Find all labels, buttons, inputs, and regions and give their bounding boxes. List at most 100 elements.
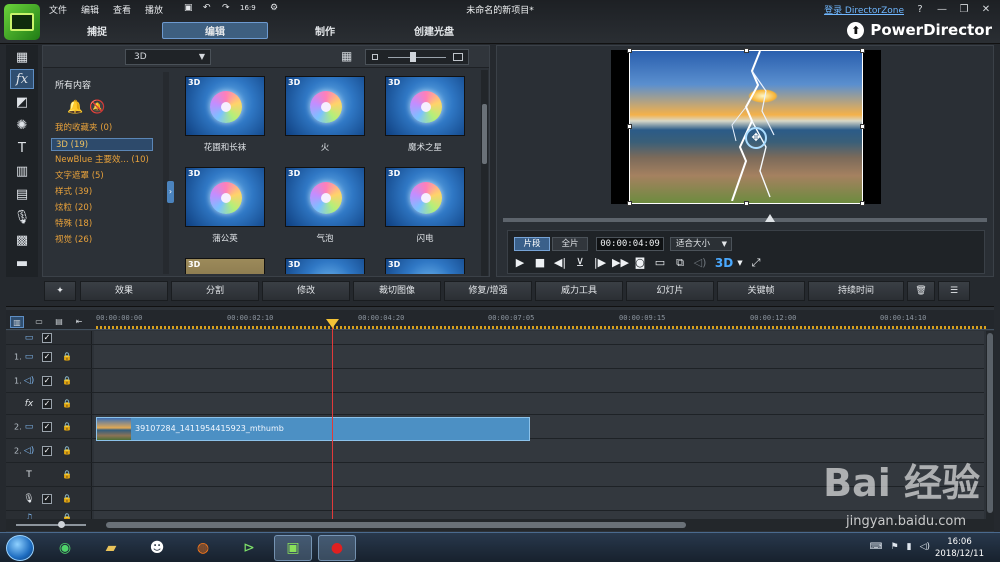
tab-create-disc[interactable]: 创建光盘 — [394, 22, 474, 39]
category-item[interactable]: 视觉 (26) — [51, 234, 153, 247]
preview-scrubber[interactable] — [503, 214, 987, 222]
slideshow-button[interactable]: 幻灯片 — [626, 281, 714, 301]
modify-button[interactable]: 修改 — [262, 281, 350, 301]
help-button[interactable]: ? — [914, 4, 926, 15]
lock-icon[interactable]: 🔒 — [62, 422, 72, 432]
thumbnail-size-slider[interactable] — [365, 49, 469, 65]
previous-frame-icon[interactable]: ◀| — [552, 255, 568, 271]
mark-in-icon[interactable]: ⊻ — [572, 255, 588, 271]
category-item[interactable]: 文字遮罩 (5) — [51, 170, 153, 183]
add-bookmark-icon[interactable]: 🔔 — [67, 100, 85, 116]
start-button-icon[interactable] — [6, 535, 34, 561]
lock-icon[interactable]: 🔒 — [62, 470, 72, 480]
resize-handle[interactable] — [627, 48, 632, 53]
upload-icon[interactable]: ⬆ — [847, 21, 865, 39]
storyboard-view-icon[interactable]: ▭ — [32, 316, 46, 328]
scrubber-knob[interactable] — [765, 214, 775, 222]
restore-button[interactable]: ❐ — [958, 4, 970, 15]
minimize-button[interactable]: — — [936, 4, 948, 15]
subtitle-room-icon[interactable]: ▬ — [10, 253, 34, 273]
snapshot-camera-icon[interactable]: ◙ — [632, 255, 648, 271]
effect-thumb[interactable]: 3D — [285, 167, 365, 227]
effect-thumb[interactable]: 3D — [185, 76, 265, 136]
audio-mixing-icon[interactable]: ▤ — [10, 184, 34, 204]
category-item[interactable]: 样式 (39) — [51, 186, 153, 199]
stop-icon[interactable]: ■ — [532, 255, 548, 271]
timeline-view-icon[interactable]: ▥ — [10, 316, 24, 328]
track-lane[interactable] — [94, 331, 984, 344]
effects-button[interactable]: 效果 — [80, 281, 168, 301]
track-enable-checkbox[interactable]: ✓ — [42, 445, 52, 456]
keyboard-icon[interactable]: ⌨ — [870, 542, 883, 552]
category-item[interactable]: 我的收藏夹 (0) — [51, 122, 153, 135]
resize-handle[interactable] — [627, 124, 632, 129]
keyframe-button[interactable]: 关键帧 — [717, 281, 805, 301]
lock-icon[interactable]: 🔒 — [62, 494, 72, 504]
tab-capture[interactable]: 捕捉 — [62, 22, 132, 39]
video-editor-icon[interactable]: ⊳ — [230, 535, 268, 561]
magic-tool-icon[interactable]: ✦ — [44, 281, 76, 301]
play-icon[interactable]: ▶ — [512, 255, 528, 271]
zoom-knob[interactable] — [58, 521, 65, 528]
effect-thumb[interactable]: 3D — [285, 258, 365, 274]
tab-edit[interactable]: 编辑 — [162, 22, 268, 39]
track-enable-checkbox[interactable]: ✓ — [42, 493, 52, 504]
timeline-track[interactable]: fx ✓ 🔒 — [6, 393, 984, 415]
resize-handle[interactable] — [860, 201, 865, 206]
fit-size-dropdown[interactable]: 适合大小 ▼ — [670, 237, 732, 251]
track-enable-checkbox[interactable]: ✓ — [42, 398, 52, 409]
move-handle-icon[interactable]: ✥ — [745, 127, 767, 149]
resize-handle[interactable] — [627, 201, 632, 206]
login-link[interactable]: 登录 DirectorZone — [824, 3, 904, 16]
remove-bookmark-icon[interactable]: 🔕 — [89, 100, 107, 116]
duration-button[interactable]: 持续时间 — [808, 281, 904, 301]
fast-forward-icon[interactable]: ▶▶ — [612, 255, 629, 271]
category-item[interactable]: 特殊 (18) — [51, 218, 153, 231]
slider-knob[interactable] — [410, 52, 416, 62]
timecode-display[interactable]: 00:00:04:09 — [596, 237, 664, 251]
timeline-clip[interactable]: 39107284_1411954415923_mthumb — [96, 417, 530, 441]
external-display-icon[interactable]: ▭ — [652, 255, 668, 271]
voice-record-icon[interactable]: 🎙 — [10, 207, 34, 227]
particle-room-icon[interactable]: ✺ — [10, 115, 34, 135]
undock-icon[interactable]: ⧉ — [672, 255, 688, 271]
playhead-line[interactable] — [332, 319, 333, 521]
timeline-ruler[interactable]: ▥ ▭ ▤ ⇤ 00:00:00:00 00:00:02:10 00:00:04… — [6, 310, 994, 330]
fit-timeline-icon[interactable]: ⇤ — [72, 316, 86, 328]
effect-thumb[interactable]: 3D — [385, 258, 465, 274]
delete-trash-icon[interactable]: 🗑 — [907, 281, 935, 301]
timeline-track[interactable]: 1. ◁) ✓ 🔒 — [6, 369, 984, 393]
tab-produce[interactable]: 制作 — [290, 22, 360, 39]
grid-view-icon[interactable]: ▦ — [341, 50, 355, 64]
category-item[interactable]: NewBlue 主要效... (10) — [51, 154, 153, 167]
crop-image-button[interactable]: 裁切图像 — [353, 281, 441, 301]
360-browser-icon[interactable]: ◉ — [46, 535, 84, 561]
explorer-folder-icon[interactable]: ▰ — [92, 535, 130, 561]
powerdirector-taskbar-icon[interactable]: ▣ — [274, 535, 312, 561]
track-enable-checkbox[interactable]: ✓ — [42, 375, 52, 386]
lock-icon[interactable]: 🔒 — [62, 376, 72, 386]
effect-thumb[interactable]: 3D — [385, 76, 465, 136]
lock-icon[interactable]: 🔒 — [62, 399, 72, 409]
track-manager-icon[interactable]: ▤ — [52, 316, 66, 328]
resize-handle[interactable] — [744, 201, 749, 206]
timeline-horizontal-scrollbar[interactable] — [106, 522, 686, 528]
effect-thumb[interactable]: 3D — [185, 167, 265, 227]
category-item[interactable]: 3D (19) — [51, 138, 153, 151]
movie-mode-button[interactable]: 全片 — [552, 237, 588, 251]
track-lane[interactable] — [94, 345, 984, 368]
title-room-icon[interactable]: T — [10, 138, 34, 158]
chapter-room-icon[interactable]: ▩ — [10, 230, 34, 250]
track-enable-checkbox[interactable]: ✓ — [42, 421, 52, 432]
transition-room-icon[interactable]: ▥ — [10, 161, 34, 181]
screen-recorder-icon[interactable]: ● — [318, 535, 356, 561]
category-item[interactable]: 炫粒 (20) — [51, 202, 153, 215]
volume-icon[interactable]: ◁) — [692, 255, 708, 271]
qq-icon[interactable]: ☻ — [138, 535, 176, 561]
resize-handle[interactable] — [860, 48, 865, 53]
timeline-track[interactable]: ▭ ✓ — [6, 331, 984, 345]
track-lane[interactable] — [94, 369, 984, 392]
scroll-thumb[interactable] — [482, 104, 487, 164]
track-lane[interactable] — [94, 393, 984, 414]
resize-handle[interactable] — [744, 48, 749, 53]
